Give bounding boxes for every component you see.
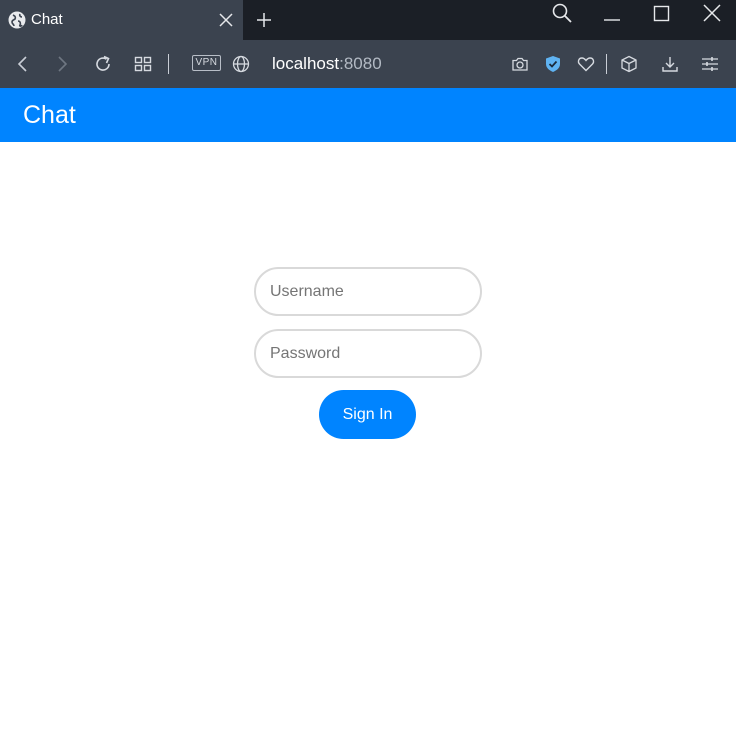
url-host: localhost [272,54,340,73]
reload-icon[interactable] [93,54,113,74]
url-port: :8080 [339,54,382,73]
tabs-grid-icon[interactable] [133,54,153,74]
app-header [0,88,736,142]
globe-icon[interactable] [231,54,251,74]
toolbar-divider [168,54,169,74]
app-title: Chat [23,101,76,129]
maximize-icon[interactable] [651,3,673,25]
plus-icon[interactable] [254,10,274,30]
forward-icon[interactable] [52,54,72,74]
back-icon[interactable] [13,54,33,74]
minimize-icon[interactable] [601,6,623,28]
download-icon[interactable] [660,54,680,74]
globe-icon [8,11,26,29]
sign-in-button[interactable]: Sign In [319,390,416,439]
tab-chat[interactable]: Chat [0,0,243,40]
heart-icon[interactable] [576,54,596,74]
tab-title: Chat [31,11,63,28]
camera-icon[interactable] [510,54,530,74]
address-bar[interactable]: localhost:8080 [272,54,382,74]
vpn-badge[interactable]: VPN [192,55,221,71]
password-field[interactable] [254,329,482,378]
sliders-icon[interactable] [700,54,720,74]
close-icon[interactable] [217,11,235,29]
shield-check-icon[interactable] [543,54,563,74]
cube-icon[interactable] [619,54,639,74]
browser-titlebar: Chat [0,0,736,40]
toolbar-divider [606,54,607,74]
close-icon[interactable] [701,2,723,24]
username-field[interactable] [254,267,482,316]
search-icon[interactable] [551,2,573,24]
